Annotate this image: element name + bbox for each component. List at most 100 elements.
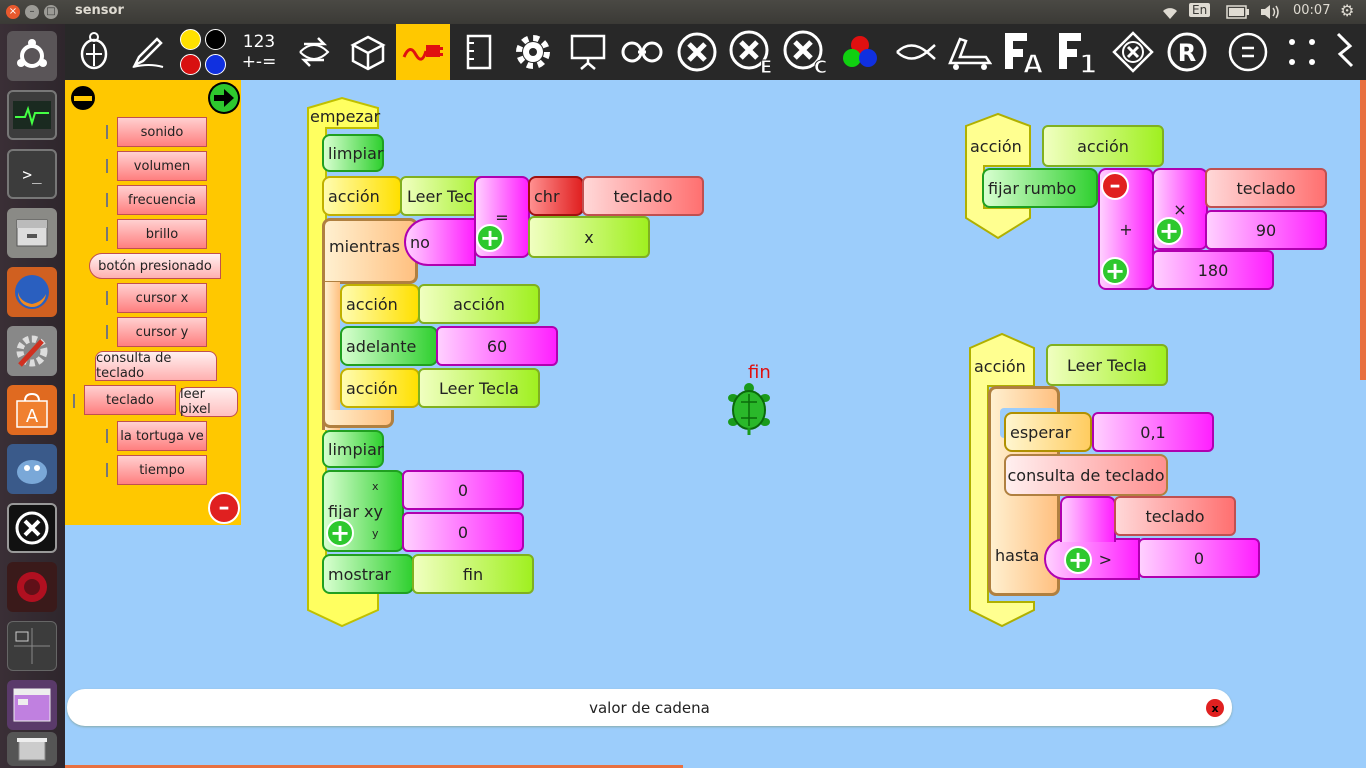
- plugin-chair-icon[interactable]: [942, 24, 996, 80]
- battery-icon[interactable]: [1226, 5, 1250, 19]
- palette-block-cursor-y[interactable]: cursor y: [117, 317, 207, 347]
- palette-block-cursor-x[interactable]: cursor x: [117, 283, 207, 313]
- palette-block-button-pressed[interactable]: botón presionado: [89, 253, 221, 279]
- plugin-r-icon[interactable]: R: [1160, 24, 1214, 80]
- plugin-rgb-icon[interactable]: [833, 24, 887, 80]
- while-block[interactable]: mientras: [322, 218, 418, 284]
- plugin-f1-icon[interactable]: 1: [1051, 24, 1105, 80]
- keyboard-layout-indicator[interactable]: En: [1189, 3, 1211, 17]
- palette-portfolio-icon[interactable]: [615, 24, 669, 80]
- keyboard-check-block[interactable]: consulta de teclado: [1004, 454, 1168, 496]
- greater-than-block[interactable]: >: [1044, 538, 1140, 580]
- window-close-button[interactable]: ×: [6, 5, 20, 19]
- equals-arg-x[interactable]: x: [528, 216, 650, 258]
- session-gear-icon[interactable]: ⚙: [1340, 1, 1354, 20]
- palette-colors-icon[interactable]: [177, 24, 231, 80]
- palette-media-icon[interactable]: [452, 24, 506, 80]
- palette-collapse-icon[interactable]: [68, 83, 98, 113]
- plugin-fa-icon[interactable]: A: [997, 24, 1051, 80]
- palette-extras-gear-icon[interactable]: [506, 24, 560, 80]
- ruby-icon[interactable]: [7, 562, 57, 612]
- palette-turtle-icon[interactable]: [67, 24, 121, 80]
- show-arg[interactable]: fin: [412, 554, 534, 594]
- setxy-arg-x[interactable]: 0: [402, 470, 524, 510]
- action-block-3-name[interactable]: Leer Tecla: [418, 368, 540, 408]
- software-center-icon[interactable]: A: [7, 385, 57, 435]
- chr-arg-keyboard[interactable]: teclado: [582, 176, 704, 216]
- action-block-1[interactable]: acción: [322, 176, 402, 216]
- window-minimize-button[interactable]: –: [25, 5, 39, 19]
- action-definition-label[interactable]: acción: [966, 132, 1022, 160]
- start-block-label[interactable]: empezar: [306, 102, 380, 130]
- greater-than-arg-0[interactable]: 0: [1138, 538, 1260, 578]
- action-block-2-name[interactable]: acción: [418, 284, 540, 324]
- palette-block-time[interactable]: tiempo: [117, 455, 207, 485]
- show-block[interactable]: mostrar: [322, 554, 414, 594]
- action-definition-name[interactable]: acción: [1042, 125, 1164, 167]
- plugin-fish-icon[interactable]: [888, 24, 942, 80]
- clear-block-1[interactable]: limpiar: [322, 134, 384, 172]
- setxy-expand-icon[interactable]: +: [326, 519, 354, 547]
- status-close-icon[interactable]: x: [1206, 699, 1224, 717]
- palette-block-read-pixel[interactable]: leer pixel: [179, 387, 238, 417]
- equals-expand-icon[interactable]: +: [476, 224, 504, 252]
- palette-next-icon[interactable]: [208, 82, 240, 114]
- palette-block-keyboard[interactable]: teclado: [84, 385, 176, 415]
- greater-than-expand-icon[interactable]: +: [1064, 546, 1092, 574]
- turtle-blocks-icon[interactable]: [7, 503, 57, 553]
- plugin-x-icon[interactable]: [670, 24, 724, 80]
- window-maximize-button[interactable]: □: [44, 5, 58, 19]
- setxy-arg-y[interactable]: 0: [402, 512, 524, 552]
- plus-arg-180[interactable]: 180: [1152, 250, 1274, 290]
- pidgin-icon[interactable]: [7, 444, 57, 494]
- chr-block[interactable]: chr: [528, 176, 584, 216]
- read-key-definition-label[interactable]: acción: [970, 352, 1026, 380]
- times-arg-keyboard[interactable]: teclado: [1205, 168, 1327, 208]
- system-monitor-icon[interactable]: [7, 90, 57, 140]
- palette-flow-icon[interactable]: [287, 24, 341, 80]
- toolbar-overflow-icon[interactable]: [1327, 24, 1366, 80]
- workspace-switcher-icon[interactable]: [7, 621, 57, 671]
- plugin-equals-icon[interactable]: [1221, 24, 1275, 80]
- plus-block-collapse-icon[interactable]: –: [1101, 172, 1129, 200]
- clear-block-2[interactable]: limpiar: [322, 430, 384, 468]
- turtle-sprite[interactable]: [727, 382, 771, 436]
- palette-block-volume[interactable]: volumen: [117, 151, 207, 181]
- palette-block-sound[interactable]: sonido: [117, 117, 207, 147]
- palette-block-frequency[interactable]: frecuencia: [117, 185, 207, 215]
- wifi-icon[interactable]: [1160, 4, 1180, 20]
- forward-block[interactable]: adelante: [340, 326, 438, 366]
- action-block-2[interactable]: acción: [340, 284, 420, 324]
- times-block-expand-icon[interactable]: +: [1155, 217, 1183, 245]
- plugin-xe-icon[interactable]: E: [724, 24, 778, 80]
- greater-than-arg-keyboard[interactable]: teclado: [1114, 496, 1236, 536]
- ubuntu-dash-icon[interactable]: [7, 31, 57, 81]
- not-block[interactable]: no: [404, 218, 476, 266]
- system-settings-icon[interactable]: [7, 326, 57, 376]
- trash-icon[interactable]: [7, 732, 57, 766]
- palette-numbers-icon[interactable]: 123 +-=: [237, 32, 281, 72]
- volume-icon[interactable]: [1259, 4, 1281, 20]
- palette-presentation-icon[interactable]: [561, 24, 615, 80]
- plugin-xc-icon[interactable]: C: [778, 24, 832, 80]
- forward-arg[interactable]: 60: [436, 326, 558, 366]
- plus-block-expand-icon[interactable]: +: [1101, 257, 1129, 285]
- palette-block-keyboard-check[interactable]: consulta de teclado: [95, 351, 217, 381]
- palette-remove-icon[interactable]: –: [208, 492, 240, 524]
- palette-boxes-icon[interactable]: [341, 24, 395, 80]
- plugin-diamond-x-icon[interactable]: [1106, 24, 1160, 80]
- wait-arg[interactable]: 0,1: [1092, 412, 1214, 452]
- read-key-definition-name[interactable]: Leer Tecla: [1046, 344, 1168, 386]
- clock[interactable]: 00:07: [1293, 3, 1330, 18]
- wait-block[interactable]: esperar: [1004, 412, 1092, 452]
- terminal-icon[interactable]: >_: [7, 149, 57, 199]
- times-arg-90[interactable]: 90: [1205, 210, 1327, 250]
- palette-block-brightness[interactable]: brillo: [117, 219, 207, 249]
- file-manager-icon[interactable]: [7, 208, 57, 258]
- firefox-icon[interactable]: [7, 267, 57, 317]
- action-block-3[interactable]: acción: [340, 368, 420, 408]
- more-options-icon[interactable]: [1275, 24, 1329, 80]
- app-window-icon[interactable]: [7, 680, 57, 730]
- set-heading-block[interactable]: fijar rumbo: [982, 168, 1098, 208]
- palette-sensors-icon[interactable]: [396, 24, 450, 80]
